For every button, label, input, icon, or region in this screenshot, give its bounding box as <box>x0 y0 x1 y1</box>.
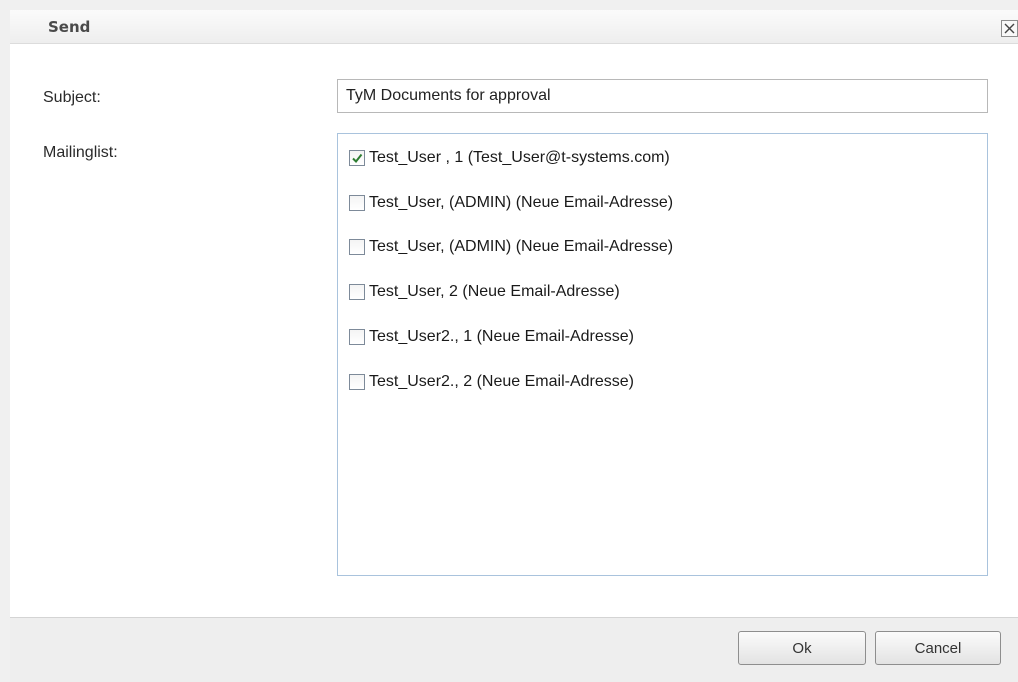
checkbox-unchecked[interactable] <box>349 194 365 211</box>
mailinglist-item-label: Test_User , 1 (Test_User@t-systems.com) <box>369 149 670 166</box>
mailinglist-item[interactable]: Test_User, (ADMIN) (Neue Email-Adresse) <box>349 192 673 214</box>
checkbox-unchecked[interactable] <box>349 373 365 390</box>
mailinglist-item-label: Test_User2., 1 (Neue Email-Adresse) <box>369 327 634 345</box>
dialog-body: Subject: Mailinglist: Test_User , 1 (Tes… <box>10 44 1018 618</box>
checkbox-unchecked[interactable] <box>349 284 365 301</box>
mailinglist-item-label: Test_User2., 2 (Neue Email-Adresse) <box>369 372 634 390</box>
cancel-button[interactable]: Cancel <box>875 631 1001 665</box>
mailinglist-item-label: Test_User, (ADMIN) (Neue Email-Adresse) <box>369 193 674 211</box>
checkbox-unchecked[interactable] <box>349 328 365 345</box>
subject-input[interactable] <box>337 79 988 113</box>
send-dialog: Send Subject: Mailinglist: Test_User , 1… <box>0 0 1018 682</box>
mailinglist-item[interactable]: Test_User2., 1 (Neue Email-Adresse) <box>349 326 634 348</box>
mailinglist-label: Mailinglist: <box>43 144 118 161</box>
mailinglist-box[interactable]: Test_User , 1 (Test_User@t-systems.com) T… <box>337 133 988 576</box>
mailinglist-item[interactable]: Test_User , 1 (Test_User@t-systems.com) <box>349 147 670 169</box>
mailinglist-item[interactable]: Test_User, 2 (Neue Email-Adresse) <box>349 281 620 303</box>
checkbox-checked[interactable] <box>349 150 365 166</box>
dialog-title: Send <box>48 18 91 36</box>
ok-button[interactable]: Ok <box>738 631 866 665</box>
dialog-titlebar: Send <box>10 10 1018 44</box>
mailinglist-item-label: Test_User, (ADMIN) (Neue Email-Adresse) <box>369 238 674 256</box>
subject-label: Subject: <box>43 89 101 106</box>
dialog-footer: Ok Cancel <box>10 618 1018 682</box>
checkmark-icon <box>352 153 363 164</box>
close-icon <box>1004 23 1015 34</box>
mailinglist-item-label: Test_User, 2 (Neue Email-Adresse) <box>369 283 620 301</box>
mailinglist-item[interactable]: Test_User, (ADMIN) (Neue Email-Adresse) <box>349 236 673 258</box>
mailinglist-item[interactable]: Test_User2., 2 (Neue Email-Adresse) <box>349 371 634 393</box>
close-button[interactable] <box>1001 20 1018 37</box>
checkbox-unchecked[interactable] <box>349 239 365 256</box>
